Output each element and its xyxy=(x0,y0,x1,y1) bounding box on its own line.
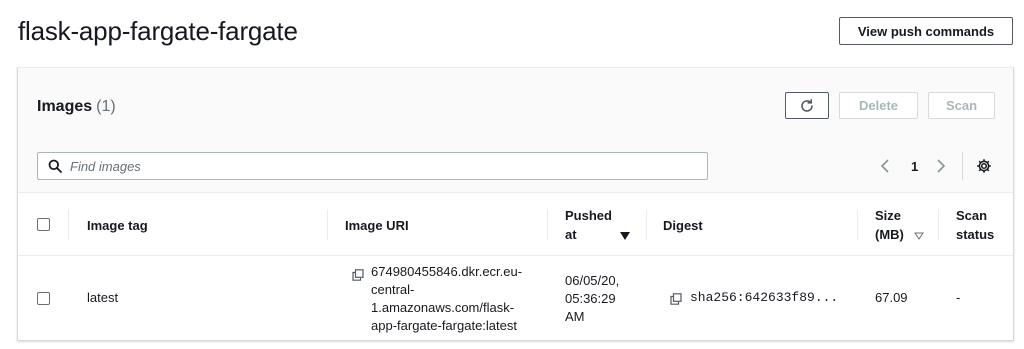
column-digest[interactable]: Digest xyxy=(663,216,703,235)
search-field[interactable] xyxy=(37,152,708,180)
column-image-uri[interactable]: Image URI xyxy=(345,216,409,235)
column-scan-status[interactable]: Scan status xyxy=(956,206,994,244)
chevron-right-icon[interactable] xyxy=(936,155,946,177)
column-pushed-at[interactable]: Pushed at xyxy=(565,206,630,244)
chevron-left-icon[interactable] xyxy=(880,155,890,177)
column-size-line2-text: (MB) xyxy=(875,227,904,242)
page-title: flask-app-fargate-fargate xyxy=(18,16,298,46)
image-uri-cell: 674980455846.dkr.ecr.eu- central- 1.amaz… xyxy=(371,263,522,335)
column-separator xyxy=(547,209,548,240)
pushed-at-line: 06/05/20, xyxy=(565,273,620,288)
scan-status-cell: - xyxy=(956,290,961,305)
panel-header: Images(1) Delete Scan 1 xyxy=(18,68,1013,193)
gear-icon[interactable] xyxy=(976,155,992,177)
pushed-at-line: AM xyxy=(565,309,585,324)
image-uri-line: app-fargate-fargate:latest xyxy=(371,318,517,333)
column-image-tag[interactable]: Image tag xyxy=(87,216,148,235)
column-separator xyxy=(327,209,328,240)
delete-button[interactable]: Delete xyxy=(839,92,918,119)
refresh-button[interactable] xyxy=(785,92,829,119)
column-pushed-at-line2-text: at xyxy=(565,227,577,242)
column-separator xyxy=(646,209,647,240)
sort-unsorted-icon xyxy=(913,232,924,240)
copy-icon[interactable] xyxy=(352,269,364,281)
column-size-line1: Size xyxy=(875,208,902,223)
search-input[interactable] xyxy=(70,158,670,174)
column-scan-status-line1: Scan xyxy=(956,208,988,223)
row-checkbox[interactable] xyxy=(37,292,50,305)
scan-button[interactable]: Scan xyxy=(928,92,995,119)
size-cell: 67.09 xyxy=(875,290,908,305)
column-separator xyxy=(857,209,858,240)
search-icon xyxy=(48,159,62,173)
refresh-icon xyxy=(801,98,813,112)
select-all-checkbox[interactable] xyxy=(37,218,50,231)
pushed-at-line: 05:36:29 xyxy=(565,291,616,306)
image-uri-line: 1.amazonaws.com/flask- xyxy=(371,300,515,315)
image-count: (1) xyxy=(96,98,116,115)
column-size-line2: (MB) xyxy=(875,225,924,244)
panel-title-label: Images xyxy=(37,98,93,115)
column-size[interactable]: Size (MB) xyxy=(875,206,924,244)
column-pushed-at-line1: Pushed xyxy=(565,208,612,223)
view-push-commands-button[interactable]: View push commands xyxy=(839,17,1013,45)
sort-descending-icon xyxy=(619,231,630,240)
panel-title: Images (1) xyxy=(37,98,116,116)
pushed-at-cell: 06/05/20, 05:36:29 AM xyxy=(565,272,619,326)
image-uri-line: central- xyxy=(371,282,415,297)
column-scan-status-line2: status xyxy=(956,227,995,242)
image-tag-cell: latest xyxy=(87,290,119,305)
page-number[interactable]: 1 xyxy=(911,155,918,177)
column-separator xyxy=(68,209,69,240)
pagination-divider xyxy=(962,152,963,180)
column-separator xyxy=(938,209,939,240)
table-header xyxy=(18,193,1013,256)
copy-icon[interactable] xyxy=(670,293,682,305)
images-panel: Images(1) Delete Scan 1 xyxy=(17,67,1014,341)
image-uri-line: 674980455846.dkr.ecr.eu- xyxy=(371,264,523,279)
digest-cell: sha256:642633f89... xyxy=(690,290,839,305)
column-pushed-at-line2: at xyxy=(565,225,630,244)
